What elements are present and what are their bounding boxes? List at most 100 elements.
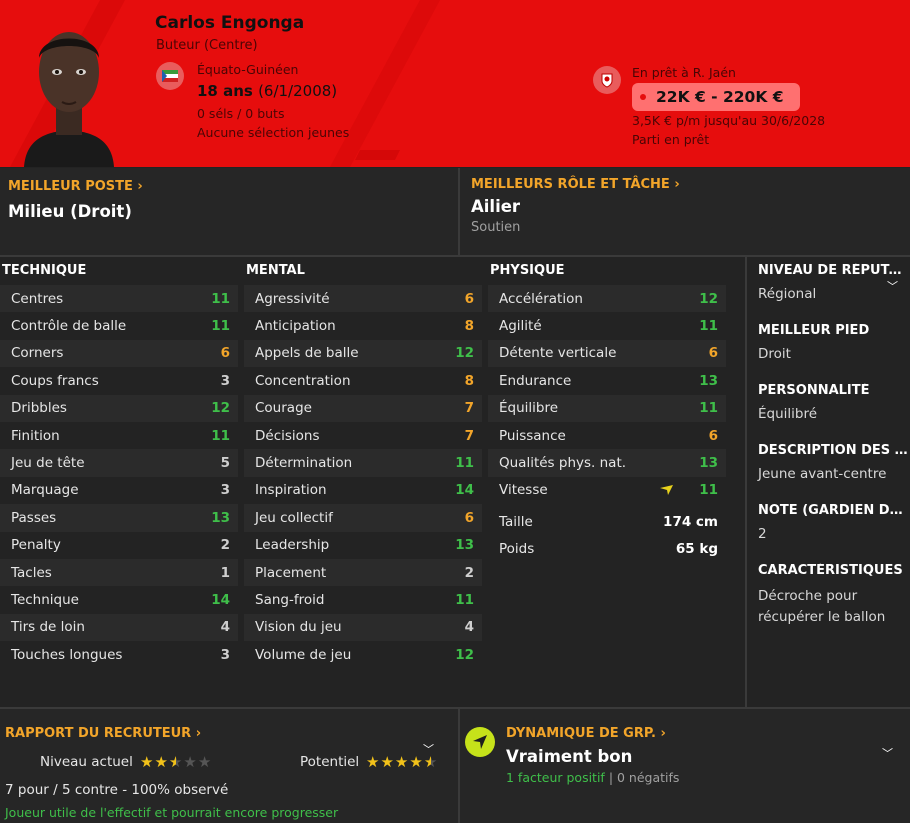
technique-column: TECHNIQUE Centres 11 Contrôle de balle 11 Co… — [0, 257, 238, 668]
current-ability-label: Niveau actuel — [40, 754, 133, 770]
attribute-row[interactable]: Marquage 3 — [0, 477, 238, 504]
dynamics-panel[interactable]: DYNAMIQUE DE GRP. › Vraiment bon 1 facte… — [460, 709, 910, 823]
attribute-row[interactable]: Décisions 7 — [244, 422, 482, 449]
attribute-name: Appels de balle — [255, 345, 359, 362]
attribute-value: 3 — [220, 482, 230, 499]
attribute-row[interactable]: Tirs de loin 4 — [0, 613, 238, 642]
reputation-title: NIVEAU DE RÉPUTATION — [758, 263, 908, 278]
star-icon: ★ — [183, 753, 198, 771]
attribute-value: 7 — [464, 427, 474, 444]
reputation-block[interactable]: NIVEAU DE RÉPUTATION Régional — [758, 263, 908, 305]
weight-row: Poids 65 kg — [499, 540, 718, 557]
attribute-row[interactable]: Coups francs 3 — [0, 367, 238, 394]
attribute-name: Tacles — [11, 564, 52, 581]
attribute-row[interactable]: Finition 11 — [0, 422, 238, 449]
chevron-down-icon[interactable]: ﹀ — [423, 741, 434, 757]
attribute-row[interactable]: Équilibre 11 — [488, 394, 726, 422]
attribute-row[interactable]: Placement 2 — [244, 558, 482, 587]
attribute-row[interactable]: Dribbles 12 — [0, 394, 238, 422]
star-icon: ★ — [394, 753, 410, 771]
dynamics-arrow-icon — [465, 727, 495, 757]
best-position-panel[interactable]: MEILLEUR POSTE › Milieu (Droit) — [0, 168, 458, 255]
attribute-name: Accélération — [499, 290, 583, 307]
nationality[interactable]: Équato-Guinéen — [197, 62, 298, 77]
star-icon: ★ — [154, 753, 169, 771]
attribute-value: 13 — [211, 509, 230, 526]
pros-cons: 7 pour / 5 contre - 100% observé — [5, 782, 229, 798]
dynamics-label[interactable]: DYNAMIQUE DE GRP. › — [506, 726, 666, 741]
attribute-row[interactable]: Corners 6 — [0, 339, 238, 368]
attribute-value: 12 — [455, 345, 474, 362]
attribute-row[interactable]: Jeu collectif 6 — [244, 504, 482, 532]
best-role-label[interactable]: MEILLEURS RÔLE ET TÂCHE › — [471, 177, 680, 192]
attribute-row[interactable]: Puissance 6 — [488, 422, 726, 449]
attribute-name: Décisions — [255, 427, 320, 444]
attribute-row[interactable]: Agilité 11 — [488, 312, 726, 339]
attribute-row[interactable]: Sang-froid 11 — [244, 586, 482, 613]
attribute-row[interactable]: Courage 7 — [244, 394, 482, 422]
chevron-down-icon[interactable]: ﹀ — [882, 745, 893, 761]
player-header: Carlos Engonga Buteur (Centre) Équato-Gu… — [0, 0, 910, 167]
transfer-value[interactable]: 22K € - 220K € — [632, 83, 800, 111]
attribute-row[interactable]: Touches longues 3 — [0, 641, 238, 668]
attribute-name: Concentration — [255, 372, 351, 389]
attribute-row[interactable]: Penalty 2 — [0, 532, 238, 559]
player-name: Carlos Engonga — [155, 13, 305, 33]
player-age: 18 ans (6/1/2008) — [197, 82, 337, 100]
dynamics-value: Vraiment bon — [506, 747, 633, 766]
attribute-row[interactable]: Détermination 11 — [244, 449, 482, 477]
attribute-name: Détente verticale — [499, 345, 617, 362]
traits-value: Décroche pour récupérer le ballon — [758, 588, 886, 625]
attribute-row[interactable]: Endurance 13 — [488, 367, 726, 394]
scout-report-label[interactable]: RAPPORT DU RECRUTEUR › — [5, 726, 201, 741]
attribute-row[interactable]: Appels de balle 12 — [244, 339, 482, 368]
attribute-value: 14 — [211, 591, 230, 608]
player-info-panel: NIVEAU DE RÉPUTATION Régional ﹀ MEILLEUR… — [747, 257, 910, 707]
attribute-name: Finition — [11, 427, 60, 444]
loan-club[interactable]: En prêt à R. Jaén — [632, 65, 736, 80]
attribute-row[interactable]: Technique 14 — [0, 586, 238, 613]
attribute-row[interactable]: Agressivité 6 — [244, 285, 482, 313]
player-portrait — [24, 32, 114, 167]
chevron-down-icon[interactable]: ﹀ — [887, 278, 898, 294]
attribute-row[interactable]: Centres 11 — [0, 285, 238, 313]
attribute-row[interactable]: Contrôle de balle 11 — [0, 312, 238, 339]
star-icon: ★ — [366, 753, 381, 771]
attribute-row[interactable]: Jeu de tête 5 — [0, 449, 238, 477]
media-description-title: DESCRIPTION DES MÉDIAS — [758, 443, 908, 458]
scout-report-panel[interactable]: RAPPORT DU RECRUTEUR › Niveau actuel ★ ★ ★… — [0, 709, 458, 823]
attributes-panel: TECHNIQUE Centres 11 Contrôle de balle 11 Co… — [0, 257, 745, 707]
attribute-row[interactable]: Vitesse 11 — [488, 477, 726, 504]
attribute-row[interactable]: Qualités phys. nat. 13 — [488, 449, 726, 477]
club-badge-icon[interactable] — [593, 66, 621, 94]
attribute-name: Tirs de loin — [11, 619, 85, 636]
attribute-name: Équilibre — [499, 400, 559, 417]
scout-summary: Joueur utile de l'effectif et pourrait e… — [5, 805, 339, 820]
attribute-value: 11 — [211, 427, 230, 444]
attribute-row[interactable]: Inspiration 14 — [244, 477, 482, 504]
best-position-value: Milieu (Droit) — [8, 202, 132, 221]
best-position-label[interactable]: MEILLEUR POSTE › — [8, 179, 143, 194]
physique-title: PHYSIQUE — [490, 263, 565, 278]
attribute-row[interactable]: Vision du jeu 4 — [244, 613, 482, 642]
attribute-row[interactable]: Leadership 13 — [244, 532, 482, 559]
potential-ability-label: Potentiel — [300, 754, 360, 770]
attribute-name: Agilité — [499, 318, 542, 335]
best-role-panel[interactable]: MEILLEURS RÔLE ET TÂCHE › Ailier Soutien — [460, 168, 910, 255]
attribute-row[interactable]: Tacles 1 — [0, 558, 238, 587]
attribute-value: 12 — [699, 290, 718, 307]
attribute-value: 8 — [464, 318, 474, 335]
attribute-row[interactable]: Passes 13 — [0, 504, 238, 532]
attribute-row[interactable]: Anticipation 8 — [244, 312, 482, 339]
reputation-value: Régional — [758, 286, 817, 302]
attribute-value: 11 — [699, 318, 718, 335]
attribute-row[interactable]: Volume de jeu 12 — [244, 641, 482, 668]
wage: 3,5K € p/m jusqu'au 30/6/2028 — [632, 113, 826, 128]
attribute-row[interactable]: Concentration 8 — [244, 367, 482, 394]
gk-rating-value: 2 — [758, 526, 767, 542]
nation-flag-icon[interactable] — [156, 62, 184, 90]
attribute-value: 12 — [455, 646, 474, 663]
attribute-row[interactable]: Accélération 12 — [488, 285, 726, 313]
traits-block: CARACTÉRISTIQUES Décroche pour récupérer… — [758, 563, 908, 628]
attribute-row[interactable]: Détente verticale 6 — [488, 339, 726, 368]
